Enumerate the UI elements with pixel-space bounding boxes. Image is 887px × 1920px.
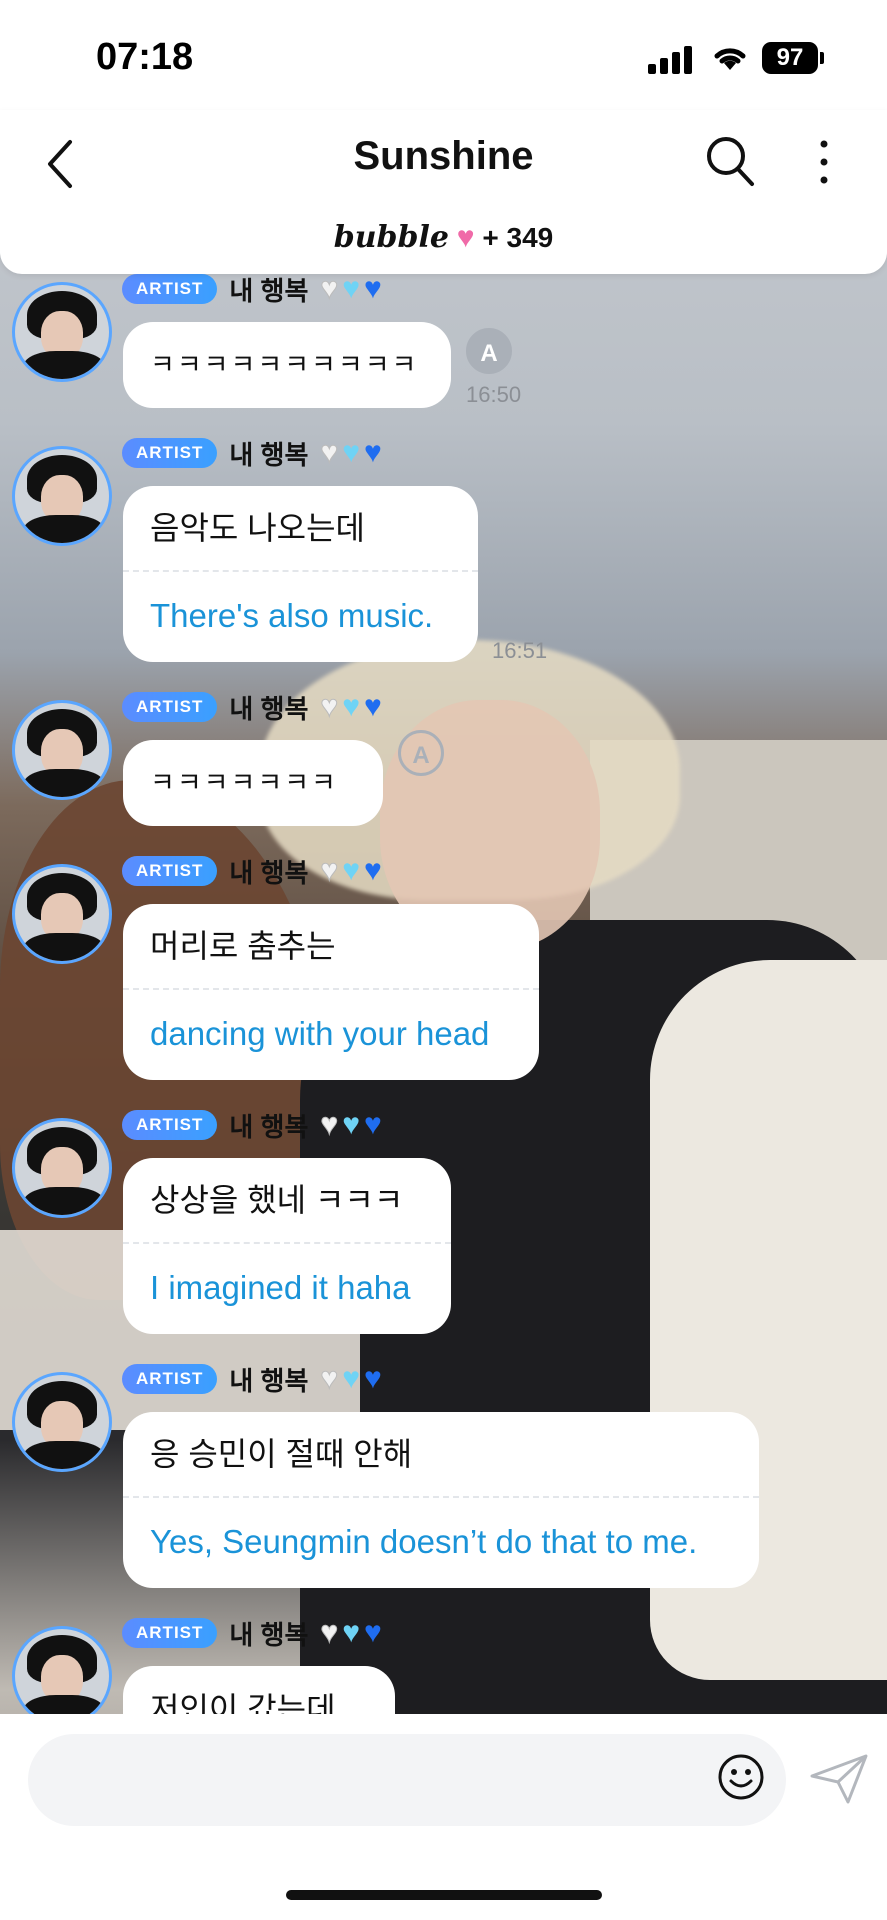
sender-line: ARTIST 내 행복 ♥♥♥ xyxy=(122,1616,386,1650)
sender-name: 내 행복 xyxy=(229,1619,309,1650)
wifi-icon xyxy=(714,48,746,70)
hearts-icon: ♥♥♥ xyxy=(320,1616,386,1650)
sender-name: 내 행복 xyxy=(229,275,309,306)
message-bubble[interactable]: 머리로 춤추는 dancing with your head xyxy=(123,904,539,1080)
hearts-icon: ♥♥♥ xyxy=(320,690,386,724)
message-text-korean: 응 승민이 절때 안해 xyxy=(150,1436,413,1472)
avatar[interactable] xyxy=(12,282,112,382)
message-bubble[interactable]: ㅋㅋㅋㅋㅋㅋㅋㅋㅋㅋ xyxy=(123,322,451,408)
message-text-korean: 상상을 했네 ㅋㅋㅋ xyxy=(150,1182,404,1218)
artist-badge: ARTIST xyxy=(122,692,218,722)
sender-name: 내 행복 xyxy=(229,857,309,888)
message-time: 16:50 xyxy=(466,382,522,407)
avatar[interactable] xyxy=(12,446,112,546)
sender-line: ARTIST 내 행복 ♥♥♥ xyxy=(122,436,386,470)
smiley-icon[interactable] xyxy=(716,1752,766,1802)
status-time: 07:18 xyxy=(96,36,194,78)
message-text-korean: ㅋㅋㅋㅋㅋㅋㅋㅋㅋㅋ xyxy=(150,350,419,380)
hearts-icon: ♥♥♥ xyxy=(320,1362,386,1396)
avatar[interactable] xyxy=(12,1118,112,1218)
hearts-icon: ♥♥♥ xyxy=(320,274,386,306)
send-icon[interactable] xyxy=(808,1752,870,1806)
artist-badge: ARTIST xyxy=(122,1110,218,1140)
battery-tip xyxy=(820,52,824,64)
artist-badge: ARTIST xyxy=(122,274,218,304)
auto-translate-icon[interactable]: A xyxy=(466,328,512,374)
sender-name: 내 행복 xyxy=(229,439,309,470)
message-composer xyxy=(0,1714,887,1920)
message-text-korean: 머리로 춤추는 xyxy=(150,928,336,964)
message-time: 16:51 xyxy=(492,638,548,663)
chat-header: Sunshine bubble ♥ + 349 xyxy=(0,110,887,274)
message-bubble[interactable]: 저인이 갔는데 xyxy=(123,1666,395,1714)
home-indicator[interactable] xyxy=(286,1890,602,1900)
message-text-korean: 저인이 갔는데 xyxy=(150,1691,336,1714)
sender-line: ARTIST 내 행복 ♥♥♥ xyxy=(122,1362,386,1396)
message-text-korean: 음악도 나오는데 xyxy=(150,510,365,546)
heart-icon: ♥ xyxy=(456,221,475,254)
sender-line: ARTIST 내 행복 ♥♥♥ xyxy=(122,690,386,724)
auto-translate-icon[interactable]: A xyxy=(398,730,444,776)
avatar[interactable] xyxy=(12,1626,112,1714)
hearts-icon: ♥♥♥ xyxy=(320,854,386,888)
message-input[interactable] xyxy=(28,1734,786,1826)
battery-indicator: 97 xyxy=(762,42,818,74)
avatar[interactable] xyxy=(12,1372,112,1472)
sender-name: 내 행복 xyxy=(229,1111,309,1142)
message-bubble[interactable]: ㅋㅋㅋㅋㅋㅋㅋㅋ xyxy=(123,740,383,884)
message-text-translation: There's also music. xyxy=(150,597,434,634)
hearts-icon: ♥♥♥ xyxy=(320,1108,386,1142)
member-count: + 349 xyxy=(482,222,554,253)
message-text-translation: dancing with your head xyxy=(150,1015,490,1052)
sender-name: 내 행복 xyxy=(229,693,309,724)
bubble-brand-label: bubble xyxy=(333,220,449,255)
hearts-icon: ♥♥♥ xyxy=(320,436,386,470)
sender-line: ARTIST 내 행복 ♥♥♥ xyxy=(122,1108,386,1142)
sender-line: ARTIST 내 행복 ♥♥♥ xyxy=(122,854,386,888)
search-icon[interactable] xyxy=(704,132,756,188)
sender-name: 내 행복 xyxy=(229,1365,309,1396)
avatar[interactable] xyxy=(12,700,112,800)
message-text-translation: Yes, Seungmin doesn’t do that to me. xyxy=(150,1523,698,1560)
message-bubble[interactable]: 상상을 했네 ㅋㅋㅋ I imagined it haha xyxy=(123,1158,451,1334)
message-text-translation: I imagined it haha xyxy=(150,1269,411,1306)
sender-line: ARTIST 내 행복 ♥♥♥ xyxy=(122,274,386,306)
message-list[interactable]: ARTIST 내 행복 ♥♥♥ ㅋㅋㅋㅋㅋㅋㅋㅋㅋㅋ A 16:50 ARTIS… xyxy=(0,274,887,1714)
message-bubble[interactable]: 응 승민이 절때 안해 Yes, Seungmin doesn’t do tha… xyxy=(123,1412,759,1588)
cellular-signal-icon xyxy=(648,44,694,74)
artist-badge: ARTIST xyxy=(122,856,218,886)
more-vertical-icon[interactable] xyxy=(814,136,834,188)
status-bar: 07:18 97 xyxy=(0,0,887,110)
subscriber-count-row[interactable]: bubble ♥ + 349 xyxy=(0,220,887,255)
artist-badge: ARTIST xyxy=(122,438,218,468)
message-bubble[interactable]: 음악도 나오는데 There's also music. xyxy=(123,486,478,662)
artist-badge: ARTIST xyxy=(122,1618,218,1648)
artist-badge: ARTIST xyxy=(122,1364,218,1394)
avatar[interactable] xyxy=(12,864,112,964)
